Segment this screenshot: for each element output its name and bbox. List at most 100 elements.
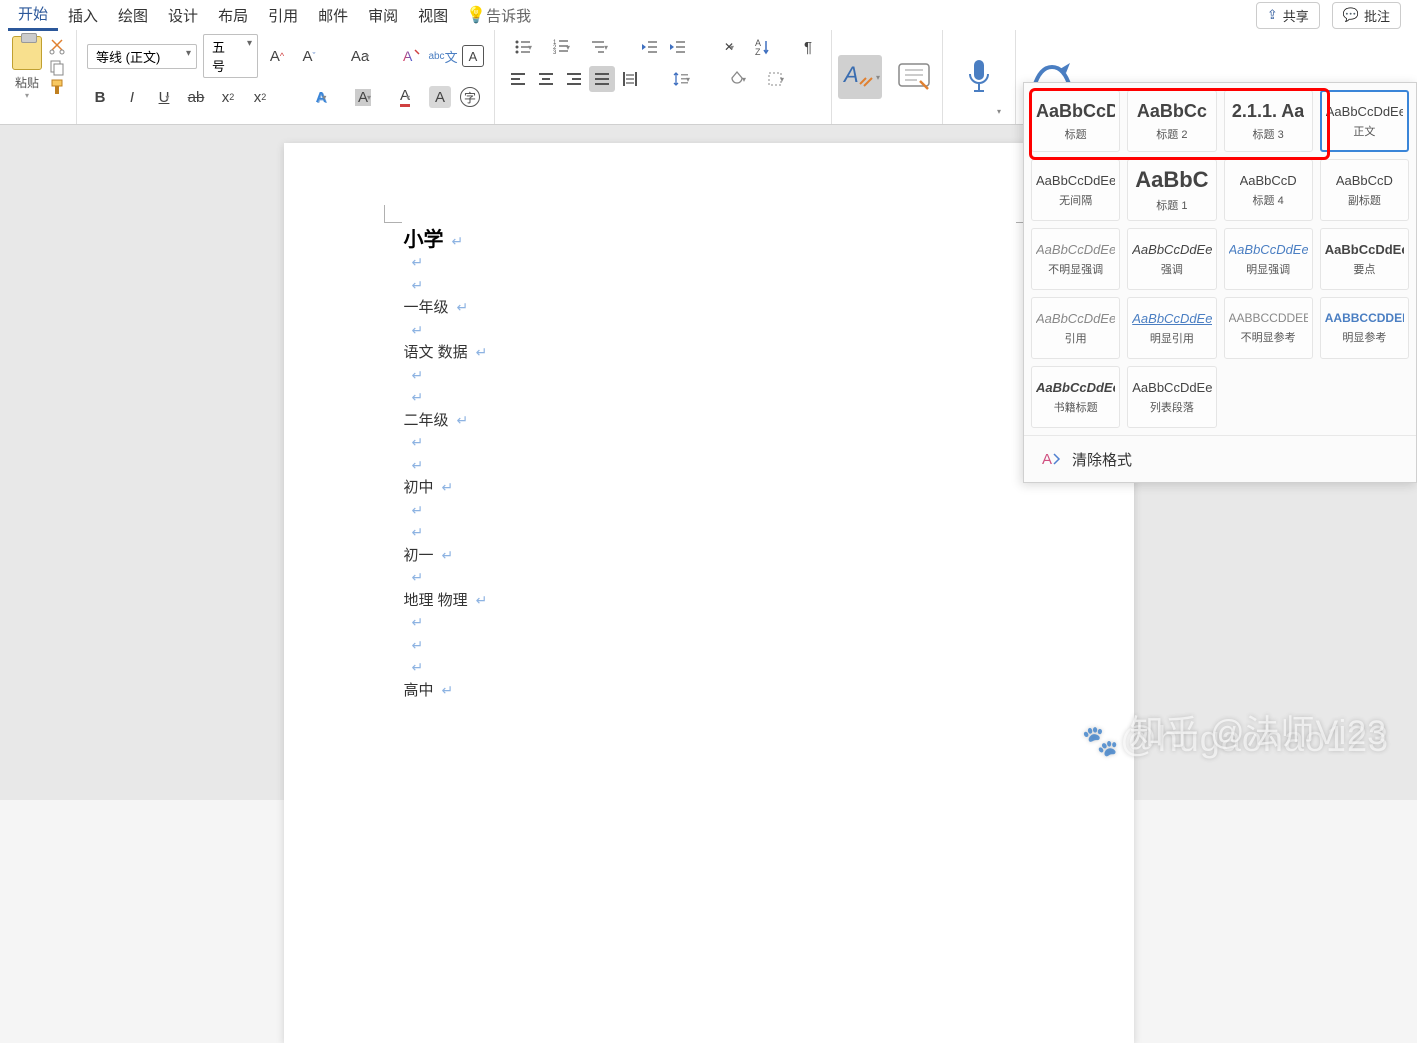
ribbon-tabs: 开始 插入 绘图 设计 布局 引用 邮件 审阅 视图 💡 告诉我 ⇪ 共享 💬 … [0,0,1417,30]
italic-button[interactable]: I [119,84,145,110]
tab-insert[interactable]: 插入 [58,1,108,30]
subscript-button[interactable]: x2 [215,84,241,110]
justify-button[interactable] [589,66,615,92]
style-preview: 2.1.1. Aa [1232,101,1304,122]
doc-line[interactable]: 初中↵ [404,477,1014,500]
tab-mailings[interactable]: 邮件 [308,1,358,30]
copy-icon[interactable] [48,58,66,76]
bold-button[interactable]: B [87,84,113,110]
doc-line[interactable]: ↵ [404,320,1014,343]
grow-font-button[interactable]: A^ [264,43,290,69]
style-card-引用[interactable]: AaBbCcDdEe引用 [1031,297,1120,359]
svg-text:A: A [842,62,859,87]
text-effects-button[interactable]: A ▾ [303,84,339,110]
underline-button[interactable]: U ▾ [151,84,177,110]
align-right-button[interactable] [561,66,587,92]
borders-button[interactable]: ▾ [757,66,793,92]
style-card-书籍标题[interactable]: AaBbCcDdEe书籍标题 [1031,366,1120,428]
doc-line[interactable]: 高中↵ [404,680,1014,703]
change-case-button[interactable]: Aa ▾ [342,43,378,69]
line-spacing-button[interactable]: ▾ [663,66,699,92]
style-card-标题2[interactable]: AaBbCc标题 2 [1127,90,1216,152]
doc-line[interactable]: 二年级↵ [404,410,1014,433]
style-card-明显参考[interactable]: AABBCCDDEE明显参考 [1320,297,1409,359]
clear-formatting-item[interactable]: A 清除格式 [1024,435,1416,482]
doc-line[interactable]: 语文 数据↵ [404,342,1014,365]
phonetic-guide-button[interactable]: abc文 [430,43,456,69]
doc-line[interactable]: ↵ [404,455,1014,478]
numbering-button[interactable]: 123▾ [543,34,579,60]
enclose-characters-button[interactable]: 字 [457,84,483,110]
strikethrough-button[interactable]: ab [183,84,209,110]
doc-line[interactable]: ↵ [404,635,1014,658]
doc-line[interactable]: 地理 物理↵ [404,590,1014,613]
tab-home[interactable]: 开始 [8,0,58,31]
decrease-indent-button[interactable] [637,34,663,60]
paragraph-mark: ↵ [412,524,424,540]
clear-formatting-button[interactable]: A [398,43,424,69]
style-card-不明显参考[interactable]: AABBCCDDEE不明显参考 [1224,297,1313,359]
style-card-标题3[interactable]: 2.1.1. Aa标题 3 [1224,90,1313,152]
multilevel-list-button[interactable]: ▾ [581,34,617,60]
doc-line[interactable]: 一年级↵ [404,297,1014,320]
tab-references[interactable]: 引用 [258,1,308,30]
dictate-button[interactable] [957,55,1001,99]
shrink-font-button[interactable]: Aˇ [296,43,322,69]
heading-title[interactable]: 小学 [404,229,444,251]
sort-button[interactable]: AZ [749,34,775,60]
comments-button[interactable]: 💬 批注 [1332,2,1401,29]
styles-inspector-button[interactable] [892,55,936,99]
style-card-无间隔[interactable]: AaBbCcDdEe无间隔 [1031,159,1120,221]
character-shading-button[interactable]: A [429,86,451,108]
style-card-标题4[interactable]: AaBbCcD标题 4 [1224,159,1313,221]
doc-line[interactable]: ↵ [404,567,1014,590]
doc-line[interactable]: ↵ [404,500,1014,523]
style-card-明显强调[interactable]: AaBbCcDdEe明显强调 [1224,228,1313,290]
page-corner-tl [384,205,402,223]
style-card-正文[interactable]: AaBbCcDdEe正文 [1320,90,1409,152]
format-painter-icon[interactable] [48,78,66,96]
tab-view[interactable]: 视图 [408,1,458,30]
shading-button[interactable]: ▾ [719,66,755,92]
styles-pane-button[interactable]: A ▾ [838,55,882,99]
share-button[interactable]: ⇪ 共享 [1256,2,1320,29]
asian-layout-button[interactable]: ✕ ▾ [711,34,747,60]
tab-draw[interactable]: 绘图 [108,1,158,30]
character-border-button[interactable]: A [462,45,484,67]
style-card-强调[interactable]: AaBbCcDdEe强调 [1127,228,1216,290]
superscript-button[interactable]: x2 [247,84,273,110]
doc-line[interactable]: ↵ [404,657,1014,680]
paste-button[interactable]: 粘贴 ▾ [12,34,42,100]
tell-me[interactable]: 告诉我 [486,5,531,26]
align-center-button[interactable] [533,66,559,92]
doc-line[interactable]: ↵ [404,365,1014,388]
font-family-select[interactable]: 等线 (正文) [87,44,197,69]
distribute-button[interactable] [617,66,643,92]
font-size-select[interactable]: 五号 [203,34,258,78]
style-card-副标题[interactable]: AaBbCcD副标题 [1320,159,1409,221]
style-preview: AaBbCcD [1336,173,1393,188]
tab-layout[interactable]: 布局 [208,1,258,30]
style-preview: AABBCCDDEE [1229,311,1308,325]
doc-line[interactable]: ↵ [404,387,1014,410]
bullets-button[interactable]: ▾ [505,34,541,60]
style-card-标题[interactable]: AaBbCcD标题 [1031,90,1120,152]
highlight-button[interactable]: A ▾ [345,84,381,110]
doc-line[interactable]: ↵ [404,432,1014,455]
style-card-不明显强调[interactable]: AaBbCcDdEe不明显强调 [1031,228,1120,290]
font-color-button[interactable]: A ▾ [387,84,423,110]
document-page[interactable]: 小学↵ ↵ ↵ 一年级↵↵语文 数据↵↵↵二年级↵↵↵初中↵↵↵初一↵↵地理 物… [284,143,1134,1043]
doc-line[interactable]: ↵ [404,522,1014,545]
style-card-列表段落[interactable]: AaBbCcDdEe列表段落 [1127,366,1216,428]
style-card-要点[interactable]: AaBbCcDdEe要点 [1320,228,1409,290]
cut-icon[interactable] [48,38,66,56]
increase-indent-button[interactable] [665,34,691,60]
style-card-标题1[interactable]: AaBbC标题 1 [1127,159,1216,221]
tab-review[interactable]: 审阅 [358,1,408,30]
tab-design[interactable]: 设计 [158,1,208,30]
show-marks-button[interactable]: ¶ [795,34,821,60]
style-card-明显引用[interactable]: AaBbCcDdEe明显引用 [1127,297,1216,359]
doc-line[interactable]: ↵ [404,612,1014,635]
align-left-button[interactable] [505,66,531,92]
doc-line[interactable]: 初一↵ [404,545,1014,568]
